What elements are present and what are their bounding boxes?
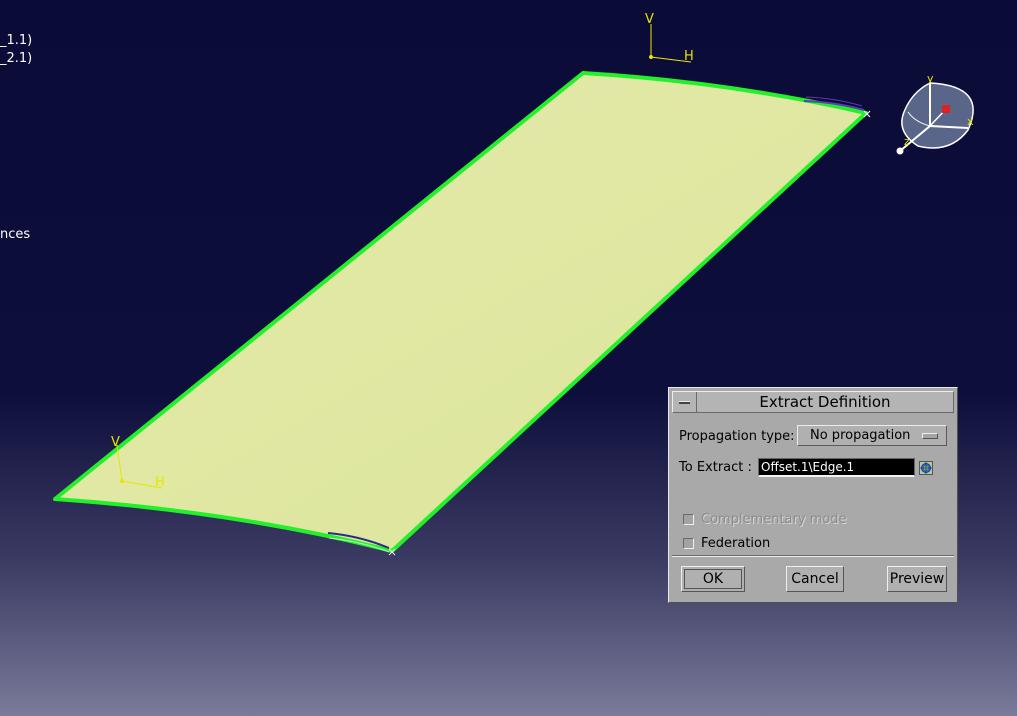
propagation-type-value: No propagation: [810, 428, 911, 443]
federation-checkbox[interactable]: [683, 538, 694, 549]
compass-label-z: z: [904, 135, 910, 148]
dialog-separator: [672, 555, 954, 557]
compass-label-y: y: [927, 72, 934, 85]
tree-node-fragment-3[interactable]: nces: [0, 227, 30, 243]
to-extract-field[interactable]: Offset.1\Edge.1: [758, 458, 915, 477]
compass-label-x: x: [967, 115, 974, 128]
selection-list-icon[interactable]: [919, 461, 933, 475]
axis-label-h-bottom: H: [155, 475, 165, 490]
ok-button[interactable]: OK: [681, 566, 745, 592]
axis-label-h-top: H: [684, 49, 694, 64]
3d-viewport[interactable]: V H V H y z x _1.1) _2.1) nces Extract D…: [0, 0, 1017, 716]
tree-node-fragment-2[interactable]: _2.1): [0, 51, 32, 67]
extract-definition-dialog: Extract Definition Propagation type: No …: [668, 387, 958, 603]
federation-label: Federation: [701, 536, 771, 551]
window-menu-button[interactable]: [673, 392, 697, 412]
preview-button[interactable]: Preview: [887, 566, 947, 592]
axis-label-v-bottom: V: [111, 435, 120, 450]
propagation-type-label: Propagation type:: [679, 429, 795, 444]
dialog-title: Extract Definition: [759, 393, 891, 411]
propagation-type-select[interactable]: No propagation: [797, 425, 947, 446]
dialog-titlebar[interactable]: Extract Definition: [672, 391, 954, 413]
complementary-mode-label: Complementary mode: [701, 512, 847, 527]
cancel-button[interactable]: Cancel: [786, 566, 844, 592]
complementary-mode-checkbox[interactable]: [683, 514, 694, 525]
axis-label-v-top: V: [645, 12, 654, 27]
to-extract-label: To Extract :: [679, 460, 752, 475]
3d-scene[interactable]: V H V H y z x: [0, 0, 1017, 716]
option-menu-indicator-icon: [922, 433, 938, 439]
tree-node-fragment-1[interactable]: _1.1): [0, 33, 32, 49]
